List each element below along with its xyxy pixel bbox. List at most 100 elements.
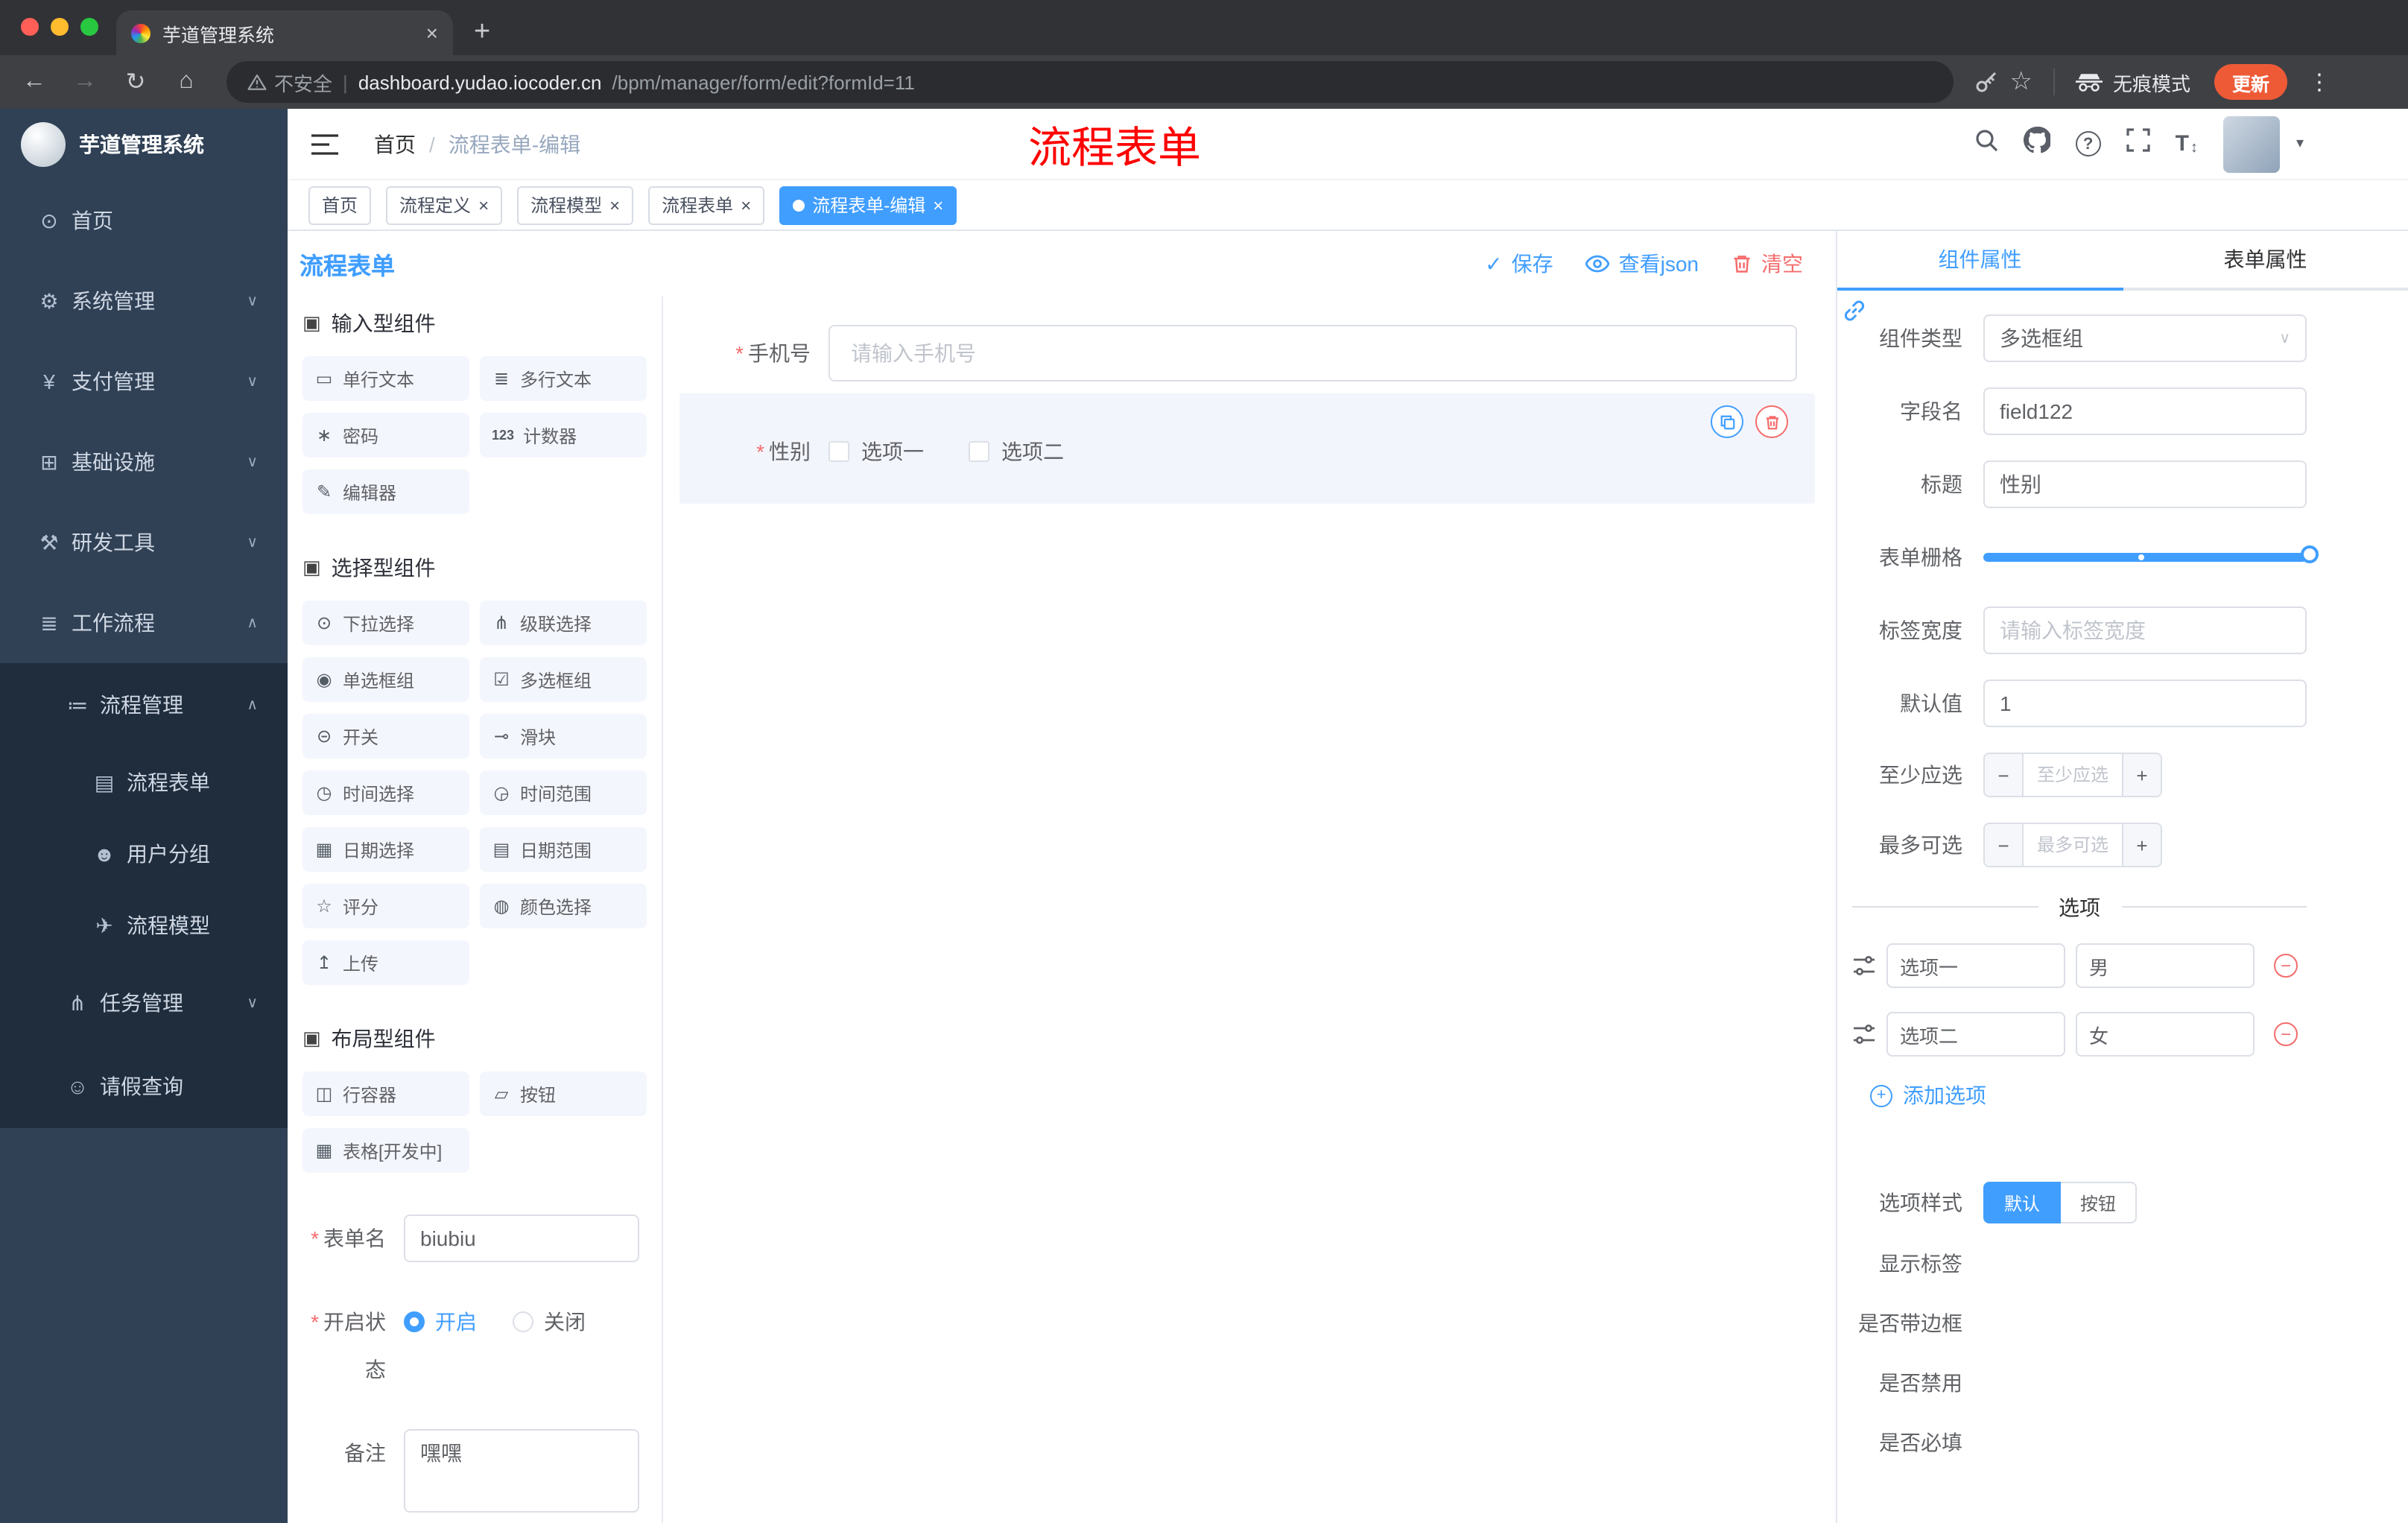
sidebar-item-user-group[interactable]: ☻ 用户分组: [0, 818, 288, 890]
sidebar-item-process-management[interactable]: ≔ 流程管理 ∧: [0, 663, 288, 747]
new-tab-button[interactable]: +: [474, 10, 490, 55]
window-close-button[interactable]: [21, 18, 39, 36]
field-name-input[interactable]: [1983, 387, 2307, 435]
page-tab-home[interactable]: 首页: [308, 186, 372, 224]
palette-item-row-container[interactable]: ◫ 行容器: [302, 1071, 469, 1116]
plus-button[interactable]: +: [2122, 754, 2161, 796]
reload-icon[interactable]: ↻: [116, 67, 155, 97]
palette-item-date-picker[interactable]: ▦ 日期选择: [302, 827, 469, 872]
minus-button[interactable]: −: [1985, 824, 2024, 866]
palette-item-cascader[interactable]: ⋔ 级联选择: [480, 601, 647, 645]
label-width-input[interactable]: [1983, 607, 2307, 654]
search-icon[interactable]: [1974, 128, 1998, 159]
browser-update-button[interactable]: 更新: [2214, 64, 2287, 100]
remove-option-icon[interactable]: [2274, 1022, 2298, 1046]
tab-close-icon[interactable]: ×: [426, 22, 438, 43]
palette-item-table-dev[interactable]: ▦ 表格[开发中]: [302, 1128, 469, 1173]
sidebar-collapse-icon[interactable]: [311, 133, 338, 154]
style-button-button[interactable]: 按钮: [2061, 1182, 2138, 1223]
browser-menu-icon[interactable]: ⋮: [2308, 69, 2331, 95]
phone-input[interactable]: [828, 325, 1797, 381]
forward-icon[interactable]: →: [66, 69, 104, 95]
avatar-caret-icon[interactable]: ▾: [2296, 136, 2304, 152]
palette-item-multi-line-text[interactable]: ≣ 多行文本: [480, 356, 647, 401]
sidebar-item-leave-query[interactable]: ☺ 请假查询: [0, 1045, 288, 1128]
palette-item-date-range[interactable]: ▤ 日期范围: [480, 827, 647, 872]
view-json-button[interactable]: 查看json: [1585, 249, 1699, 279]
sidebar-item-payment[interactable]: ¥ 支付管理 ∨: [0, 341, 288, 422]
clear-button[interactable]: 清空: [1731, 249, 1803, 279]
minus-button[interactable]: −: [1985, 754, 2024, 796]
github-icon[interactable]: [2023, 126, 2052, 161]
page-tab-process-form[interactable]: 流程表单 ×: [648, 186, 765, 224]
palette-item-select[interactable]: ⊙ 下拉选择: [302, 601, 469, 645]
drag-handle-icon[interactable]: [1852, 954, 1876, 978]
bookmark-star-icon[interactable]: ☆: [2009, 67, 2032, 97]
option-label-input[interactable]: [1886, 943, 2065, 988]
window-minimize-button[interactable]: [51, 18, 69, 36]
save-button[interactable]: ✓ 保存: [1485, 249, 1553, 279]
sidebar-item-workflow[interactable]: ≣ 工作流程 ∧: [0, 583, 288, 663]
phone-field-row[interactable]: 手机号: [679, 325, 1797, 381]
title-input[interactable]: [1983, 460, 2307, 508]
sidebar-item-process-form[interactable]: ▤ 流程表单: [0, 747, 288, 818]
remove-option-icon[interactable]: [2274, 954, 2298, 978]
form-grid-slider[interactable]: [1983, 545, 2319, 563]
form-canvas[interactable]: 手机号: [663, 297, 1836, 1523]
checkbox-option-1[interactable]: 选项一: [828, 437, 924, 466]
form-remark-textarea[interactable]: 嘿嘿: [404, 1429, 639, 1513]
palette-item-time-range[interactable]: ◶ 时间范围: [480, 770, 647, 815]
close-icon[interactable]: ×: [933, 196, 943, 214]
page-tab-process-model[interactable]: 流程模型 ×: [517, 186, 634, 224]
close-icon[interactable]: ×: [609, 196, 620, 214]
sidebar-item-home[interactable]: ⊙ 首页: [0, 180, 288, 261]
fullscreen-icon[interactable]: [2126, 128, 2150, 159]
palette-item-switch[interactable]: ⊝ 开关: [302, 714, 469, 759]
checkbox-option-2[interactable]: 选项二: [969, 437, 1064, 466]
sidebar-item-dev-tools[interactable]: ⚒ 研发工具 ∨: [0, 502, 288, 583]
add-option-button[interactable]: 添加选项: [1870, 1080, 2307, 1110]
drag-handle-icon[interactable]: [1852, 1022, 1876, 1046]
address-bar[interactable]: 不安全 | dashboard.yudao.iocoder.cn/bpm/man…: [226, 61, 1954, 103]
security-warning[interactable]: 不安全: [247, 68, 332, 96]
password-key-icon[interactable]: [1974, 70, 1997, 94]
component-type-select[interactable]: 多选框组 ∨: [1983, 314, 2307, 362]
max-select-input[interactable]: [2024, 824, 2122, 866]
radio-option-off[interactable]: 关闭: [513, 1307, 586, 1337]
option-value-input[interactable]: [2076, 943, 2255, 988]
avatar[interactable]: [2222, 115, 2280, 172]
close-icon[interactable]: ×: [478, 196, 489, 214]
browser-tab[interactable]: 芋道管理系统 ×: [116, 10, 453, 55]
default-value-input[interactable]: [1983, 680, 2307, 727]
option-label-input[interactable]: [1886, 1012, 2065, 1057]
breadcrumb-home[interactable]: 首页: [374, 129, 416, 159]
style-default-button[interactable]: 默认: [1983, 1182, 2062, 1223]
tab-form-props[interactable]: 表单属性: [2123, 231, 2408, 288]
palette-item-radio-group[interactable]: ◉ 单选框组: [302, 657, 469, 702]
palette-item-upload[interactable]: ↥ 上传: [302, 940, 469, 985]
delete-widget-button[interactable]: [1755, 405, 1788, 438]
radio-option-on[interactable]: 开启: [404, 1307, 477, 1337]
palette-item-rate[interactable]: ☆ 评分: [302, 884, 469, 928]
page-tab-process-form-edit[interactable]: 流程表单-编辑 ×: [779, 186, 957, 224]
font-size-icon[interactable]: T ↕: [2176, 131, 2198, 156]
tab-component-props[interactable]: 组件属性: [1837, 231, 2123, 291]
close-icon[interactable]: ×: [741, 196, 751, 214]
link-icon[interactable]: [1843, 300, 1866, 329]
palette-item-checkbox-group[interactable]: ☑ 多选框组: [480, 657, 647, 702]
palette-item-slider[interactable]: ⊸ 滑块: [480, 714, 647, 759]
palette-item-color-picker[interactable]: ◍ 颜色选择: [480, 884, 647, 928]
page-tab-process-definition[interactable]: 流程定义 ×: [386, 186, 503, 224]
copy-widget-button[interactable]: [1711, 405, 1743, 438]
plus-button[interactable]: +: [2122, 824, 2161, 866]
form-name-input[interactable]: [404, 1215, 639, 1262]
slider-handle[interactable]: [2301, 545, 2319, 563]
palette-item-counter[interactable]: 123 计数器: [480, 413, 647, 457]
sidebar-item-task-management[interactable]: ⋔ 任务管理 ∨: [0, 961, 288, 1045]
sidebar-item-process-model[interactable]: ✈ 流程模型: [0, 890, 288, 961]
sidebar-item-infrastructure[interactable]: ⊞ 基础设施 ∨: [0, 422, 288, 502]
home-icon[interactable]: ⌂: [167, 69, 206, 95]
window-zoom-button[interactable]: [80, 18, 98, 36]
gender-widget-selected[interactable]: 性别 选项一 选项二: [679, 393, 1815, 504]
sidebar-item-system[interactable]: ⚙ 系统管理 ∨: [0, 261, 288, 341]
